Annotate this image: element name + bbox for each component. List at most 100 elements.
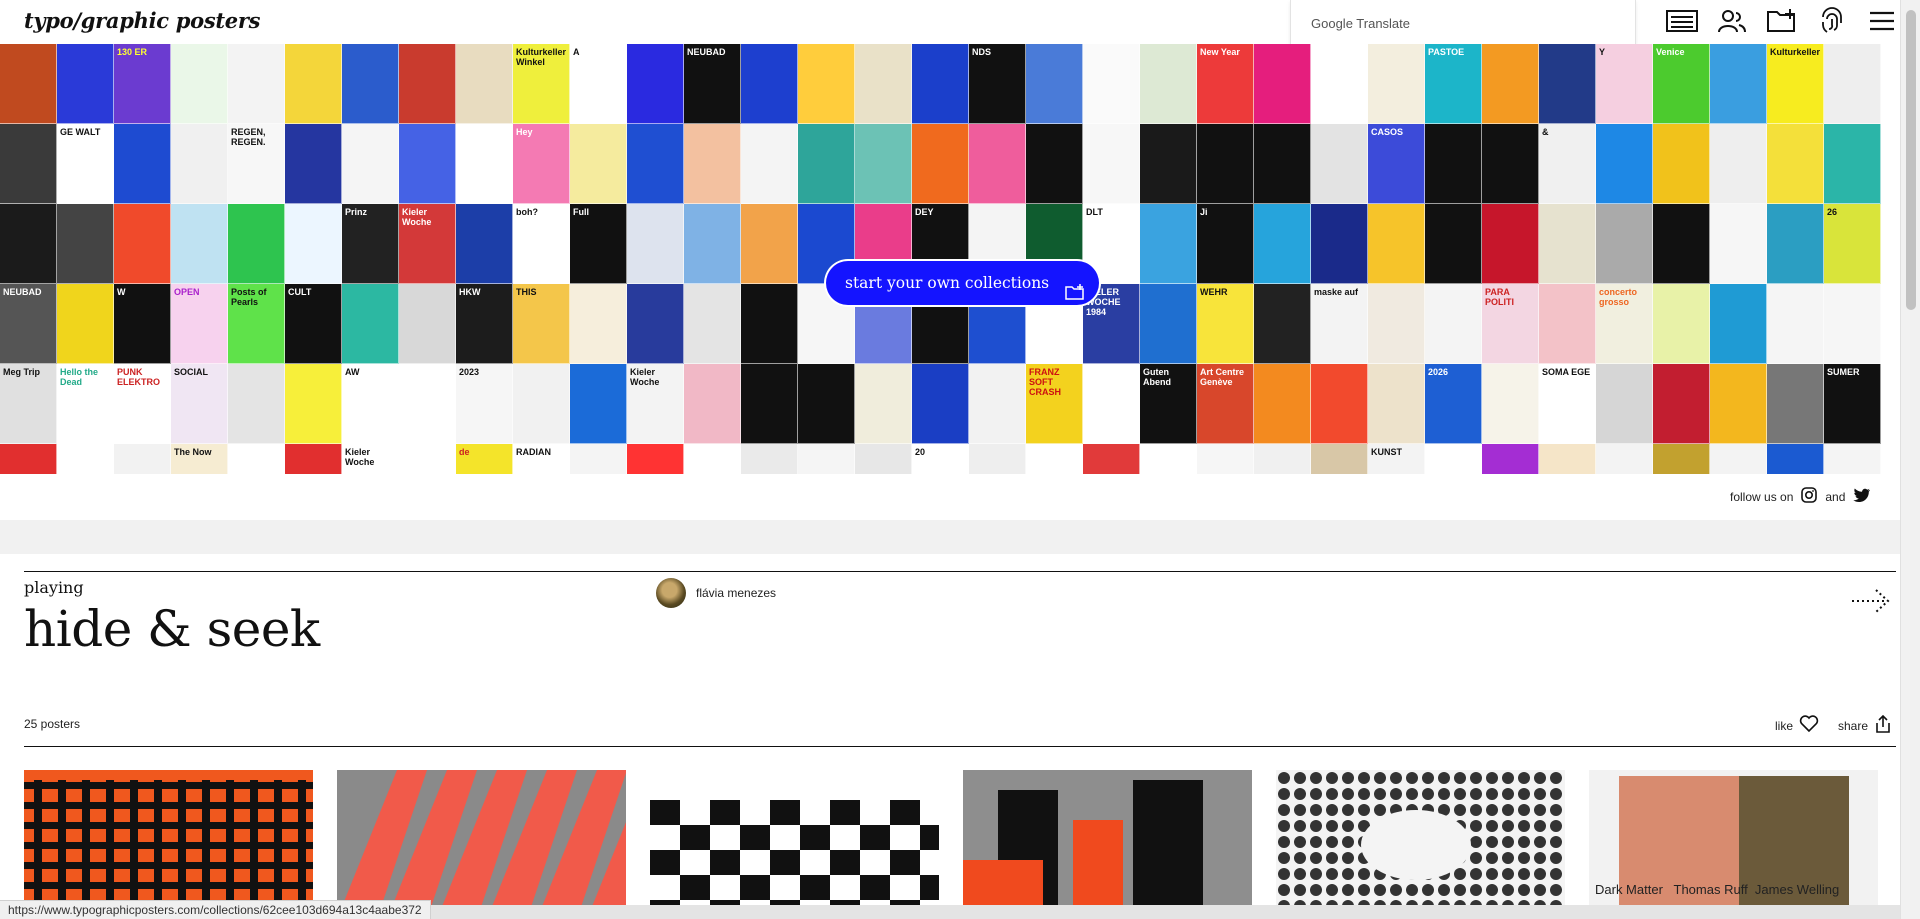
- poster-thumbnail[interactable]: Meg Trip: [0, 364, 57, 444]
- poster-thumbnail[interactable]: [798, 364, 855, 444]
- google-translate-bar[interactable]: Google Translate: [1290, 0, 1636, 46]
- poster-thumbnail[interactable]: Y: [1596, 44, 1653, 124]
- poster-thumbnail[interactable]: [1767, 364, 1824, 444]
- poster-thumbnail[interactable]: [1254, 124, 1311, 204]
- poster-thumbnail[interactable]: [1482, 204, 1539, 284]
- poster-thumbnail[interactable]: Prinz: [342, 204, 399, 284]
- poster-thumbnail[interactable]: W: [114, 284, 171, 364]
- poster-thumbnail[interactable]: [1653, 444, 1710, 474]
- like-button[interactable]: like: [1775, 715, 1819, 736]
- poster-thumbnail[interactable]: PUNK ELEKTRO: [114, 364, 171, 444]
- poster-thumbnail[interactable]: [627, 444, 684, 474]
- poster-thumbnail[interactable]: [1140, 204, 1197, 284]
- poster-thumbnail[interactable]: [1653, 124, 1710, 204]
- poster-thumbnail[interactable]: Kulturkeller: [1767, 44, 1824, 124]
- poster-thumbnail[interactable]: [1596, 444, 1653, 474]
- poster-thumbnail[interactable]: [1653, 284, 1710, 364]
- poster-thumbnail[interactable]: [171, 204, 228, 284]
- poster-thumbnail[interactable]: maske auf: [1311, 284, 1368, 364]
- poster-thumbnail[interactable]: [1311, 364, 1368, 444]
- poster-thumbnail[interactable]: NEUBAD: [0, 284, 57, 364]
- poster-thumbnail[interactable]: NEUBAD: [684, 44, 741, 124]
- poster-thumbnail[interactable]: [855, 364, 912, 444]
- poster-thumbnail[interactable]: [1197, 444, 1254, 474]
- poster-thumbnail[interactable]: [684, 284, 741, 364]
- poster-thumbnail[interactable]: SOCIAL: [171, 364, 228, 444]
- poster-thumbnail[interactable]: [1197, 124, 1254, 204]
- poster-thumbnail[interactable]: [114, 444, 171, 474]
- poster-thumbnail[interactable]: [1254, 364, 1311, 444]
- poster-thumbnail[interactable]: [1368, 204, 1425, 284]
- poster-thumbnail[interactable]: [342, 44, 399, 124]
- poster-thumbnail[interactable]: [1026, 124, 1083, 204]
- poster-thumbnail[interactable]: [1140, 284, 1197, 364]
- poster-thumbnail[interactable]: [1710, 284, 1767, 364]
- poster-thumbnail[interactable]: [1311, 204, 1368, 284]
- poster-thumbnail[interactable]: [1083, 124, 1140, 204]
- poster-thumbnail[interactable]: [684, 124, 741, 204]
- poster-thumbnail[interactable]: NDS: [969, 44, 1026, 124]
- poster-card-1[interactable]: [24, 770, 313, 919]
- poster-thumbnail[interactable]: [798, 444, 855, 474]
- poster-thumbnail[interactable]: [912, 364, 969, 444]
- poster-thumbnail[interactable]: FRANZ SOFT CRASH: [1026, 364, 1083, 444]
- scrollbar-thumb[interactable]: [1906, 10, 1916, 310]
- poster-thumbnail[interactable]: [1767, 284, 1824, 364]
- poster-thumbnail[interactable]: [1083, 364, 1140, 444]
- poster-thumbnail[interactable]: [570, 444, 627, 474]
- poster-thumbnail[interactable]: [1596, 364, 1653, 444]
- poster-thumbnail[interactable]: [285, 44, 342, 124]
- poster-thumbnail[interactable]: HKW: [456, 284, 513, 364]
- collection-author[interactable]: flávia menezes: [656, 578, 776, 608]
- poster-thumbnail[interactable]: [1767, 124, 1824, 204]
- poster-thumbnail[interactable]: [1140, 124, 1197, 204]
- poster-thumbnail[interactable]: [1710, 124, 1767, 204]
- poster-thumbnail[interactable]: [741, 284, 798, 364]
- poster-thumbnail[interactable]: [684, 444, 741, 474]
- poster-thumbnail[interactable]: [969, 444, 1026, 474]
- poster-thumbnail[interactable]: GE WALT: [57, 124, 114, 204]
- poster-thumbnail[interactable]: [741, 444, 798, 474]
- poster-thumbnail[interactable]: [228, 444, 285, 474]
- poster-thumbnail[interactable]: [855, 44, 912, 124]
- poster-thumbnail[interactable]: [0, 204, 57, 284]
- poster-thumbnail[interactable]: [684, 364, 741, 444]
- poster-thumbnail[interactable]: [855, 124, 912, 204]
- poster-thumbnail[interactable]: [684, 204, 741, 284]
- vertical-scrollbar[interactable]: [1900, 0, 1920, 919]
- poster-thumbnail[interactable]: [912, 124, 969, 204]
- poster-thumbnail[interactable]: REGEN, REGEN.: [228, 124, 285, 204]
- poster-thumbnail[interactable]: PASTOE: [1425, 44, 1482, 124]
- poster-thumbnail[interactable]: [1311, 44, 1368, 124]
- poster-card-2[interactable]: [337, 770, 626, 919]
- poster-thumbnail[interactable]: [285, 444, 342, 474]
- poster-thumbnail[interactable]: [1596, 204, 1653, 284]
- poster-thumbnail[interactable]: [1311, 124, 1368, 204]
- poster-thumbnail[interactable]: Art Centre Genève: [1197, 364, 1254, 444]
- poster-thumbnail[interactable]: [1596, 124, 1653, 204]
- poster-thumbnail[interactable]: [1767, 444, 1824, 474]
- poster-thumbnail[interactable]: [1140, 444, 1197, 474]
- poster-thumbnail[interactable]: [228, 204, 285, 284]
- poster-thumbnail[interactable]: [114, 204, 171, 284]
- poster-thumbnail[interactable]: [1254, 444, 1311, 474]
- poster-thumbnail[interactable]: AW: [342, 364, 399, 444]
- poster-thumbnail[interactable]: 26: [1824, 204, 1881, 284]
- poster-thumbnail[interactable]: [1482, 364, 1539, 444]
- poster-thumbnail[interactable]: [912, 44, 969, 124]
- poster-thumbnail[interactable]: [399, 284, 456, 364]
- poster-thumbnail[interactable]: [57, 44, 114, 124]
- poster-thumbnail[interactable]: [1482, 444, 1539, 474]
- poster-thumbnail[interactable]: Venice: [1653, 44, 1710, 124]
- poster-thumbnail[interactable]: 2026: [1425, 364, 1482, 444]
- poster-thumbnail[interactable]: [741, 124, 798, 204]
- poster-thumbnail[interactable]: [798, 44, 855, 124]
- poster-thumbnail[interactable]: [456, 204, 513, 284]
- poster-thumbnail[interactable]: SUMER: [1824, 364, 1881, 444]
- poster-thumbnail[interactable]: Hello the Dead: [57, 364, 114, 444]
- poster-thumbnail[interactable]: [1653, 204, 1710, 284]
- poster-thumbnail[interactable]: [171, 44, 228, 124]
- poster-thumbnail[interactable]: [1368, 364, 1425, 444]
- poster-thumbnail[interactable]: 130 ER: [114, 44, 171, 124]
- add-folder-icon[interactable]: [1764, 6, 1800, 36]
